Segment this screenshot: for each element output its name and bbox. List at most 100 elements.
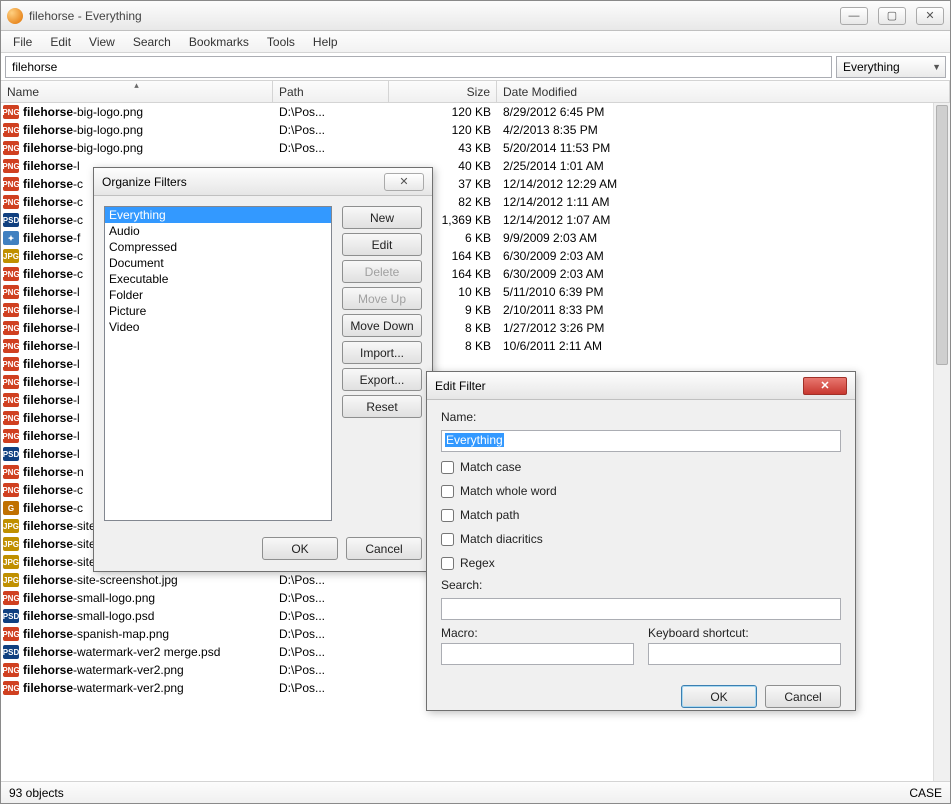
cancel-button[interactable]: Cancel [346, 537, 422, 560]
list-item[interactable]: Compressed [105, 239, 331, 255]
titlebar[interactable]: filehorse - Everything — ▢ ✕ [1, 1, 950, 31]
macro-label: Macro: [441, 626, 634, 640]
ok-button[interactable]: OK [262, 537, 338, 560]
filetype-icon: JPG [3, 537, 19, 551]
statusbar: 93 objects CASE [1, 781, 950, 803]
delete-button[interactable]: Delete [342, 260, 422, 283]
search-field[interactable] [441, 598, 841, 620]
filetype-icon: PNG [3, 285, 19, 299]
filetype-icon: JPG [3, 519, 19, 533]
status-case: CASE [909, 786, 942, 800]
filetype-icon: PNG [3, 105, 19, 119]
moveup-button[interactable]: Move Up [342, 287, 422, 310]
app-icon [7, 8, 23, 24]
menu-help[interactable]: Help [305, 33, 346, 51]
reset-button[interactable]: Reset [342, 395, 422, 418]
match-diacritics-checkbox[interactable] [441, 533, 454, 546]
import-button[interactable]: Import... [342, 341, 422, 364]
menu-search[interactable]: Search [125, 33, 179, 51]
cell-name: filehorse-spanish-map.png [23, 627, 273, 641]
list-item[interactable]: Folder [105, 287, 331, 303]
list-item[interactable]: Audio [105, 223, 331, 239]
cell-name: filehorse-watermark-ver2 merge.psd [23, 645, 273, 659]
name-field[interactable]: Everything [441, 430, 841, 452]
cell-date: 4/2/2013 8:35 PM [497, 123, 950, 137]
dialog-titlebar[interactable]: Edit Filter ✕ [427, 372, 855, 400]
movedown-button[interactable]: Move Down [342, 314, 422, 337]
list-item[interactable]: Document [105, 255, 331, 271]
close-icon[interactable]: ✕ [803, 377, 847, 395]
window-title: filehorse - Everything [29, 9, 840, 23]
filetype-icon: PNG [3, 393, 19, 407]
list-item[interactable]: Picture [105, 303, 331, 319]
list-item[interactable]: Executable [105, 271, 331, 287]
close-button[interactable]: ✕ [916, 7, 944, 25]
new-button[interactable]: New [342, 206, 422, 229]
menu-view[interactable]: View [81, 33, 123, 51]
header-path[interactable]: Path [273, 81, 389, 102]
ok-button[interactable]: OK [681, 685, 757, 708]
match-whole-checkbox[interactable] [441, 485, 454, 498]
filetype-icon: PNG [3, 267, 19, 281]
shortcut-label: Keyboard shortcut: [648, 626, 841, 640]
header-name[interactable]: Name ▴ [1, 81, 273, 102]
match-diacritics-label: Match diacritics [460, 532, 543, 546]
table-row[interactable]: PNGfilehorse-big-logo.pngD:\Pos...120 KB… [1, 103, 950, 121]
filetype-icon: PNG [3, 357, 19, 371]
header-size[interactable]: Size [389, 81, 497, 102]
cell-path: D:\Pos... [273, 141, 389, 155]
match-path-label: Match path [460, 508, 519, 522]
cell-date: 10/6/2011 2:11 AM [497, 339, 950, 353]
menu-bookmarks[interactable]: Bookmarks [181, 33, 257, 51]
filetype-icon: PNG [3, 483, 19, 497]
list-item[interactable]: Video [105, 319, 331, 335]
cell-path: D:\Pos... [273, 627, 389, 641]
cell-date: 12/14/2012 1:07 AM [497, 213, 950, 227]
filetype-icon: PSD [3, 645, 19, 659]
filter-combobox[interactable]: Everything ▼ [836, 56, 946, 78]
scrollbar[interactable] [933, 103, 950, 781]
macro-field[interactable] [441, 643, 634, 665]
filetype-icon: PNG [3, 429, 19, 443]
table-row[interactable]: PNGfilehorse-big-logo.pngD:\Pos...120 KB… [1, 121, 950, 139]
cell-path: D:\Pos... [273, 591, 389, 605]
filetype-icon: JPG [3, 555, 19, 569]
menu-file[interactable]: File [5, 33, 40, 51]
match-case-checkbox[interactable] [441, 461, 454, 474]
cell-date: 5/20/2014 11:53 PM [497, 141, 950, 155]
cell-path: D:\Pos... [273, 123, 389, 137]
dialog-titlebar[interactable]: Organize Filters ✕ [94, 168, 432, 196]
header-date[interactable]: Date Modified [497, 81, 950, 102]
menu-edit[interactable]: Edit [42, 33, 79, 51]
scrollbar-thumb[interactable] [936, 105, 948, 365]
chevron-down-icon: ▼ [932, 62, 941, 72]
name-label: Name: [441, 410, 841, 424]
filters-listbox[interactable]: EverythingAudioCompressedDocumentExecuta… [104, 206, 332, 521]
cell-date: 1/27/2012 3:26 PM [497, 321, 950, 335]
shortcut-field[interactable] [648, 643, 841, 665]
regex-checkbox[interactable] [441, 557, 454, 570]
menu-tools[interactable]: Tools [259, 33, 303, 51]
filetype-icon: PNG [3, 627, 19, 641]
cell-date: 2/25/2014 1:01 AM [497, 159, 950, 173]
filetype-icon: PSD [3, 447, 19, 461]
filetype-icon: PNG [3, 177, 19, 191]
export-button[interactable]: Export... [342, 368, 422, 391]
filetype-icon: ✦ [3, 231, 19, 245]
filetype-icon: PNG [3, 411, 19, 425]
list-item[interactable]: Everything [105, 207, 331, 223]
match-path-checkbox[interactable] [441, 509, 454, 522]
organize-filters-dialog: Organize Filters ✕ EverythingAudioCompre… [93, 167, 433, 572]
table-row[interactable]: PNGfilehorse-big-logo.pngD:\Pos...43 KB5… [1, 139, 950, 157]
maximize-button[interactable]: ▢ [878, 7, 906, 25]
search-input[interactable] [5, 56, 832, 78]
cell-name: filehorse-big-logo.png [23, 123, 273, 137]
filetype-icon: JPG [3, 249, 19, 263]
edit-button[interactable]: Edit [342, 233, 422, 256]
minimize-button[interactable]: — [840, 7, 868, 25]
cancel-button[interactable]: Cancel [765, 685, 841, 708]
close-icon[interactable]: ✕ [384, 173, 424, 191]
cell-name: filehorse-site-screenshot.jpg [23, 573, 273, 587]
filetype-icon: JPG [3, 573, 19, 587]
filetype-icon: PNG [3, 663, 19, 677]
